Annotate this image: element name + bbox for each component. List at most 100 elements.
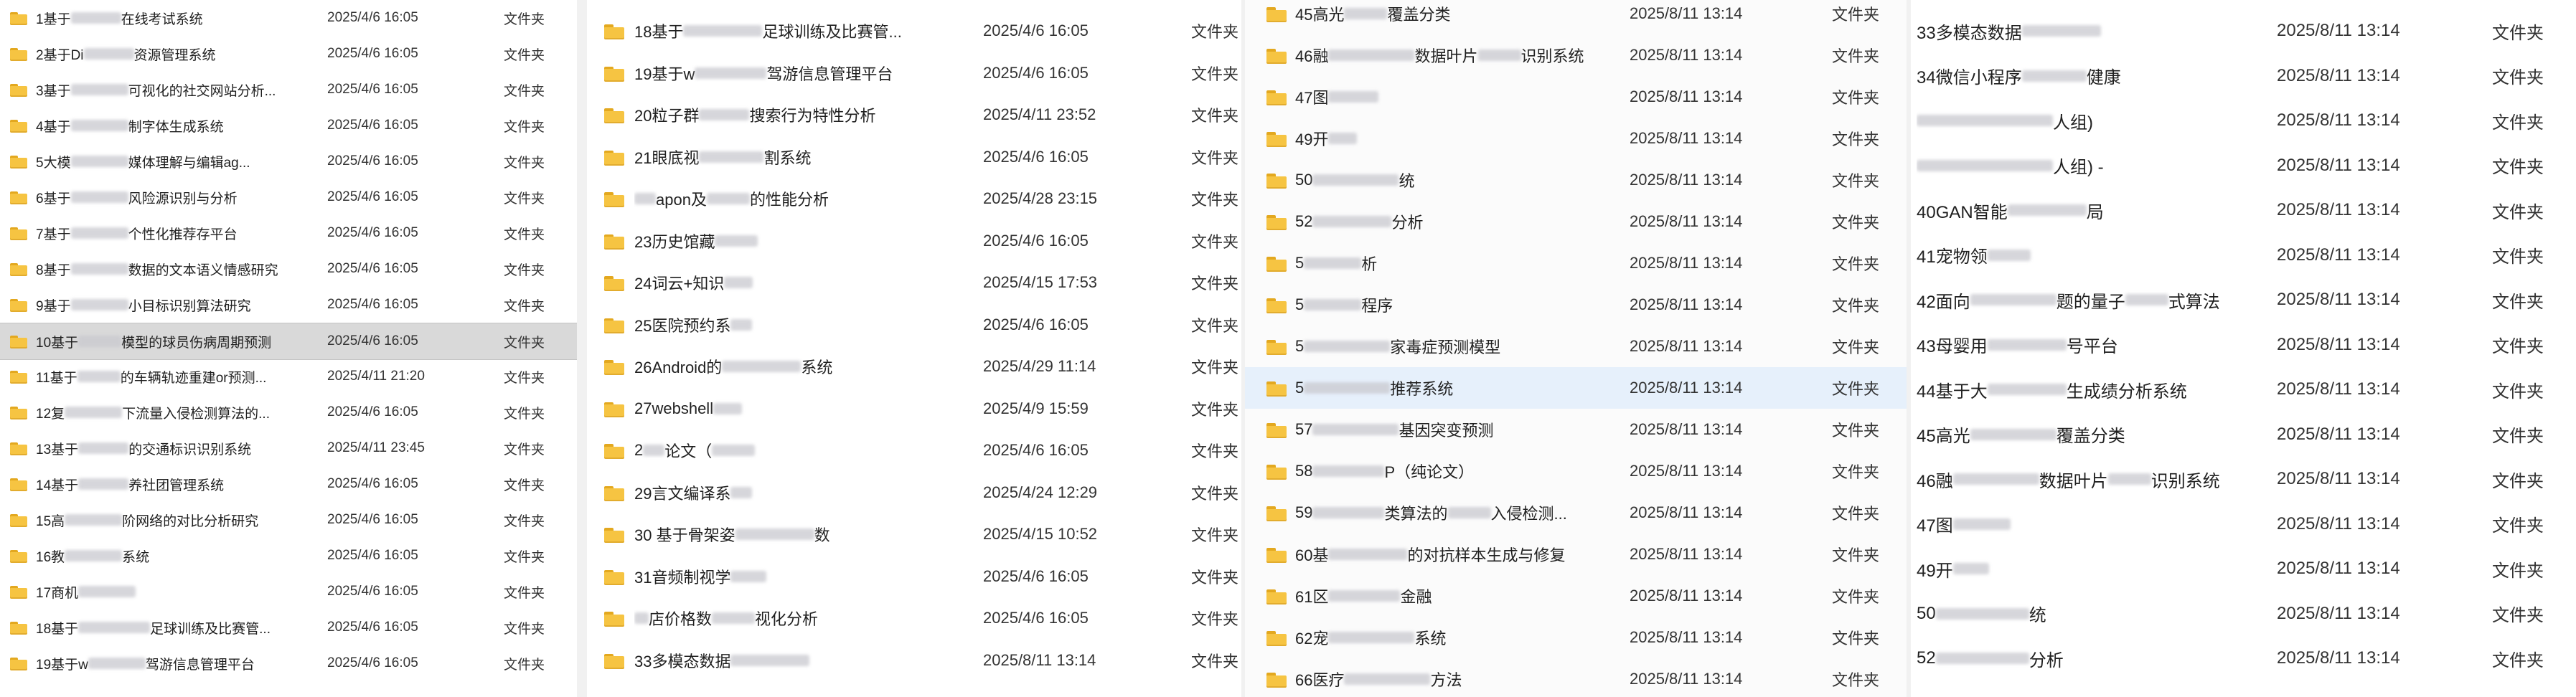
- folder-name[interactable]: 9基于 小目标识别算法研究: [36, 287, 316, 323]
- folder-name[interactable]: 30 基于骨架姿 数: [634, 513, 943, 556]
- folder-name[interactable]: 19基于w 驾游信息管理平台: [634, 52, 943, 95]
- folder-row[interactable]: 52 分析 2025/8/11 13:14 文件夹: [1911, 636, 2576, 681]
- folder-row[interactable]: 5 程序 2025/8/11 13:14 文件夹: [1245, 284, 1907, 326]
- folder-row[interactable]: 5 家毒症预测模型 2025/8/11 13:14 文件夹: [1245, 326, 1907, 367]
- folder-row[interactable]: 6基于 风险源识别与分析 2025/4/6 16:05 文件夹: [0, 179, 577, 215]
- folder-row[interactable]: 47图 2025/8/11 13:14 文件夹: [1911, 502, 2576, 547]
- folder-row[interactable]: 42面向 题的量子 式算法 2025/8/11 13:14 文件夹: [1911, 278, 2576, 323]
- folder-row[interactable]: 46融 数据叶片 识别系统 2025/8/11 13:14 文件夹: [1245, 34, 1907, 76]
- folder-name[interactable]: 1基于 在线考试系统: [36, 0, 316, 36]
- folder-name[interactable]: 店价格数 视化分析: [634, 597, 943, 640]
- folder-row[interactable]: 人组) 2025/8/11 13:14 文件夹: [1911, 98, 2576, 143]
- folder-row[interactable]: 50 统 2025/8/11 13:14 文件夹: [1245, 159, 1907, 201]
- folder-row[interactable]: 8基于 数据的文本语义情感研究 2025/4/6 16:05 文件夹: [0, 251, 577, 287]
- folder-row[interactable]: 14基于 养社团管理系统 2025/4/6 16:05 文件夹: [0, 466, 577, 502]
- folder-name[interactable]: 49开: [1295, 118, 1604, 159]
- folder-row[interactable]: 7基于 个性化推荐存平台 2025/4/6 16:05 文件夹: [0, 215, 577, 251]
- folder-name[interactable]: 57 基因突变预测: [1295, 409, 1604, 450]
- folder-name[interactable]: 2 论文（: [634, 430, 943, 472]
- folder-row[interactable]: 27webshell 2025/4/9 15:59 文件夹: [587, 388, 1241, 430]
- folder-name[interactable]: 5 程序: [1295, 284, 1604, 326]
- folder-row[interactable]: 43母婴用 号平台 2025/8/11 13:14 文件夹: [1911, 323, 2576, 368]
- folder-name[interactable]: 24词云+知识: [634, 262, 943, 304]
- folder-name[interactable]: 26Android的 系统: [634, 346, 943, 388]
- folder-row[interactable]: 21眼底视 割系统 2025/4/6 16:05 文件夹: [587, 136, 1241, 179]
- folder-row[interactable]: 16教 系统 2025/4/6 16:05 文件夹: [0, 538, 577, 574]
- folder-row[interactable]: 45高光 覆盖分类 2025/8/11 13:14 文件夹: [1911, 412, 2576, 457]
- folder-row[interactable]: 3基于 可视化的社交网站分析... 2025/4/6 16:05 文件夹: [0, 72, 577, 108]
- folder-name[interactable]: 29言文编译系: [634, 472, 943, 514]
- folder-name[interactable]: 13基于 的交通标识识别系统: [36, 430, 316, 466]
- folder-row[interactable]: 12复 下流量入侵检测算法的... 2025/4/6 16:05 文件夹: [0, 394, 577, 430]
- folder-row[interactable]: 45高光 覆盖分类 2025/8/11 13:14 文件夹: [1245, 0, 1907, 34]
- folder-row[interactable]: 店价格数 视化分析 2025/4/6 16:05 文件夹: [587, 597, 1241, 640]
- folder-row[interactable]: 25医院预约系 2025/4/6 16:05 文件夹: [587, 304, 1241, 346]
- folder-name[interactable]: 45高光 覆盖分类: [1295, 0, 1604, 34]
- folder-name[interactable]: 31音频制视学: [634, 556, 943, 598]
- folder-row[interactable]: 33多模态数据 2025/8/11 13:14 文件夹: [1911, 9, 2576, 54]
- folder-name[interactable]: 59 类算法的 入侵检测...: [1295, 492, 1604, 534]
- folder-row[interactable]: 59 类算法的 入侵检测... 2025/8/11 13:14 文件夹: [1245, 492, 1907, 534]
- folder-row[interactable]: 2 论文（ 2025/4/6 16:05 文件夹: [587, 430, 1241, 472]
- folder-row[interactable]: 49开 2025/8/11 13:14 文件夹: [1245, 118, 1907, 159]
- folder-name[interactable]: 21眼底视 割系统: [634, 136, 943, 179]
- folder-name[interactable]: 5大模 媒体理解与编辑ag...: [36, 143, 316, 179]
- folder-row[interactable]: 5 析 2025/8/11 13:14 文件夹: [1245, 242, 1907, 284]
- folder-row[interactable]: 40GAN智能 局 2025/8/11 13:14 文件夹: [1911, 188, 2576, 233]
- folder-row[interactable]: 5大模 媒体理解与编辑ag... 2025/4/6 16:05 文件夹: [0, 143, 577, 179]
- folder-row[interactable]: 24词云+知识 2025/4/15 17:53 文件夹: [587, 262, 1241, 304]
- folder-name[interactable]: 15高 阶网络的对比分析研究: [36, 502, 316, 538]
- folder-row[interactable]: 9基于 小目标识别算法研究 2025/4/6 16:05 文件夹: [0, 287, 577, 323]
- folder-row[interactable]: 31音频制视学 2025/4/6 16:05 文件夹: [587, 556, 1241, 598]
- folder-row[interactable]: 47图 2025/8/11 13:14 文件夹: [1245, 76, 1907, 118]
- folder-name[interactable]: 46融 数据叶片 识别系统: [1295, 34, 1604, 76]
- folder-name[interactable]: 25医院预约系: [634, 304, 943, 346]
- folder-row[interactable]: 13基于 的交通标识识别系统 2025/4/11 23:45 文件夹: [0, 430, 577, 466]
- folder-row[interactable]: 人组) - 2025/8/11 13:14 文件夹: [1911, 143, 2576, 189]
- folder-name[interactable]: 6基于 风险源识别与分析: [36, 179, 316, 215]
- folder-name[interactable]: 17商机: [36, 574, 316, 610]
- folder-name[interactable]: 8基于 数据的文本语义情感研究: [36, 251, 316, 287]
- folder-name[interactable]: apon及 的性能分析: [634, 178, 943, 220]
- folder-row[interactable]: 62宠 系统 2025/8/11 13:14 文件夹: [1245, 617, 1907, 658]
- folder-name[interactable]: 60基 的对抗样本生成与修复: [1295, 534, 1604, 575]
- folder-row[interactable]: 58 P（纯论文） 2025/8/11 13:14 文件夹: [1245, 450, 1907, 492]
- folder-row[interactable]: 20粒子群 搜索行为特性分析 2025/4/11 23:52 文件夹: [587, 94, 1241, 136]
- folder-name[interactable]: 16教 系统: [36, 538, 316, 574]
- folder-row[interactable]: 5 推荐系统 2025/8/11 13:14 文件夹: [1245, 367, 1907, 409]
- folder-row[interactable]: 19基于w 驾游信息管理平台 2025/4/6 16:05 文件夹: [0, 645, 577, 681]
- folder-name[interactable]: 58 P（纯论文）: [1295, 450, 1604, 492]
- folder-row[interactable]: 61区 金融 2025/8/11 13:14 文件夹: [1245, 575, 1907, 617]
- folder-name[interactable]: 10基于 模型的球员伤病周期预测: [36, 323, 316, 359]
- folder-row[interactable]: 4基于 制字体生成系统 2025/4/6 16:05 文件夹: [0, 108, 577, 143]
- folder-name[interactable]: 18基于 足球训练及比赛管...: [36, 610, 316, 645]
- folder-name[interactable]: 3基于 可视化的社交网站分析...: [36, 72, 316, 108]
- folder-row[interactable]: 19基于w 驾游信息管理平台 2025/4/6 16:05 文件夹: [587, 52, 1241, 95]
- folder-row[interactable]: 50 统 2025/8/11 13:14 文件夹: [1911, 592, 2576, 637]
- folder-row[interactable]: 33多模态数据 2025/8/11 13:14 文件夹: [587, 640, 1241, 682]
- folder-name[interactable]: 62宠 系统: [1295, 617, 1604, 658]
- folder-row[interactable]: 18基于 足球训练及比赛管... 2025/4/6 16:05 文件夹: [0, 610, 577, 645]
- folder-row[interactable]: 46融 数据叶片 识别系统 2025/8/11 13:14 文件夹: [1911, 457, 2576, 502]
- folder-name[interactable]: 5 推荐系统: [1295, 367, 1604, 409]
- folder-row[interactable]: 66医疗 方法 2025/8/11 13:14 文件夹: [1245, 658, 1907, 697]
- folder-name[interactable]: 52 分析: [1295, 201, 1604, 242]
- folder-row[interactable]: 23历史馆藏 2025/4/6 16:05 文件夹: [587, 220, 1241, 262]
- folder-row[interactable]: 10基于 模型的球员伤病周期预测 2025/4/6 16:05 文件夹: [0, 323, 577, 360]
- folder-row[interactable]: 18基于 足球训练及比赛管... 2025/4/6 16:05 文件夹: [587, 10, 1241, 52]
- folder-name[interactable]: 18基于 足球训练及比赛管...: [634, 10, 943, 52]
- folder-name[interactable]: 66医疗 方法: [1295, 658, 1604, 697]
- folder-row[interactable]: 17商机 2025/4/6 16:05 文件夹: [0, 574, 577, 610]
- folder-row[interactable]: 41宠物领 2025/8/11 13:14 文件夹: [1911, 233, 2576, 278]
- folder-row[interactable]: 15高 阶网络的对比分析研究 2025/4/6 16:05 文件夹: [0, 502, 577, 538]
- folder-name[interactable]: 61区 金融: [1295, 575, 1604, 617]
- folder-row[interactable]: 26Android的 系统 2025/4/29 11:14 文件夹: [587, 346, 1241, 388]
- folder-name[interactable]: 23历史馆藏: [634, 220, 943, 262]
- folder-name[interactable]: 33多模态数据: [634, 640, 943, 682]
- folder-name[interactable]: 50 统: [1295, 159, 1604, 201]
- folder-name[interactable]: 14基于 养社团管理系统: [36, 466, 316, 502]
- folder-row[interactable]: 34微信小程序 健康 2025/8/11 13:14 文件夹: [1911, 54, 2576, 99]
- folder-row[interactable]: 49开 2025/8/11 13:14 文件夹: [1911, 546, 2576, 592]
- folder-name[interactable]: 5 家毒症预测模型: [1295, 326, 1604, 367]
- folder-name[interactable]: 47图: [1295, 76, 1604, 118]
